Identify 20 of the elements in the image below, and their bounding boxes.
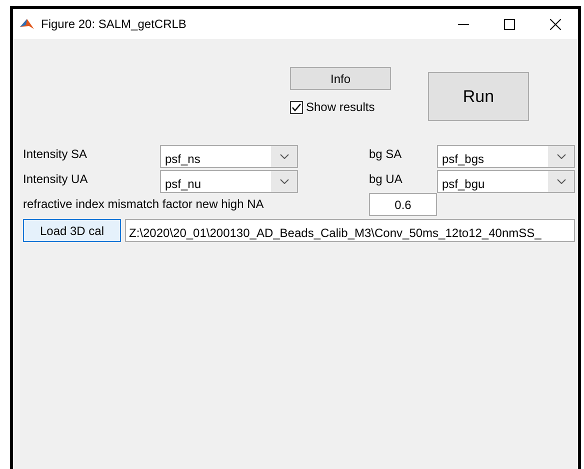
background-dropdown[interactable]: psf_bgu	[437, 170, 575, 193]
show-results-checkbox[interactable]	[290, 100, 303, 114]
info-button[interactable]: Info	[290, 67, 391, 90]
load-3d-cal-button[interactable]: Load 3D cal	[23, 219, 121, 242]
close-icon	[550, 18, 560, 30]
intensity-label: Intensity UA	[23, 172, 88, 186]
intensity-label: Intensity SA	[23, 147, 88, 161]
app-icon	[19, 17, 35, 31]
run-button[interactable]: Run	[428, 72, 529, 121]
background-label: bg SA	[369, 147, 402, 161]
intensity-dropdown[interactable]: psf_ns	[160, 145, 298, 168]
path-field[interactable]: Z:\2020\20_01\200130_AD_Beads_Calib_M3\Conv_50ms_12to12_40nmSS_	[125, 219, 575, 242]
mismatch-label: refractive index mismatch factor new high NA	[23, 196, 265, 213]
mismatch-input-field[interactable]: 0.6	[369, 193, 437, 216]
window-title: Figure 20: SALM_getCRLB	[41, 16, 186, 33]
intensity-dropdown[interactable]: psf_nu	[160, 170, 298, 193]
maximize-icon	[504, 18, 514, 30]
background-dropdown[interactable]: psf_bgs	[437, 145, 575, 168]
show-results-label[interactable]: Show results	[306, 98, 375, 116]
background-label: bg UA	[369, 172, 402, 186]
